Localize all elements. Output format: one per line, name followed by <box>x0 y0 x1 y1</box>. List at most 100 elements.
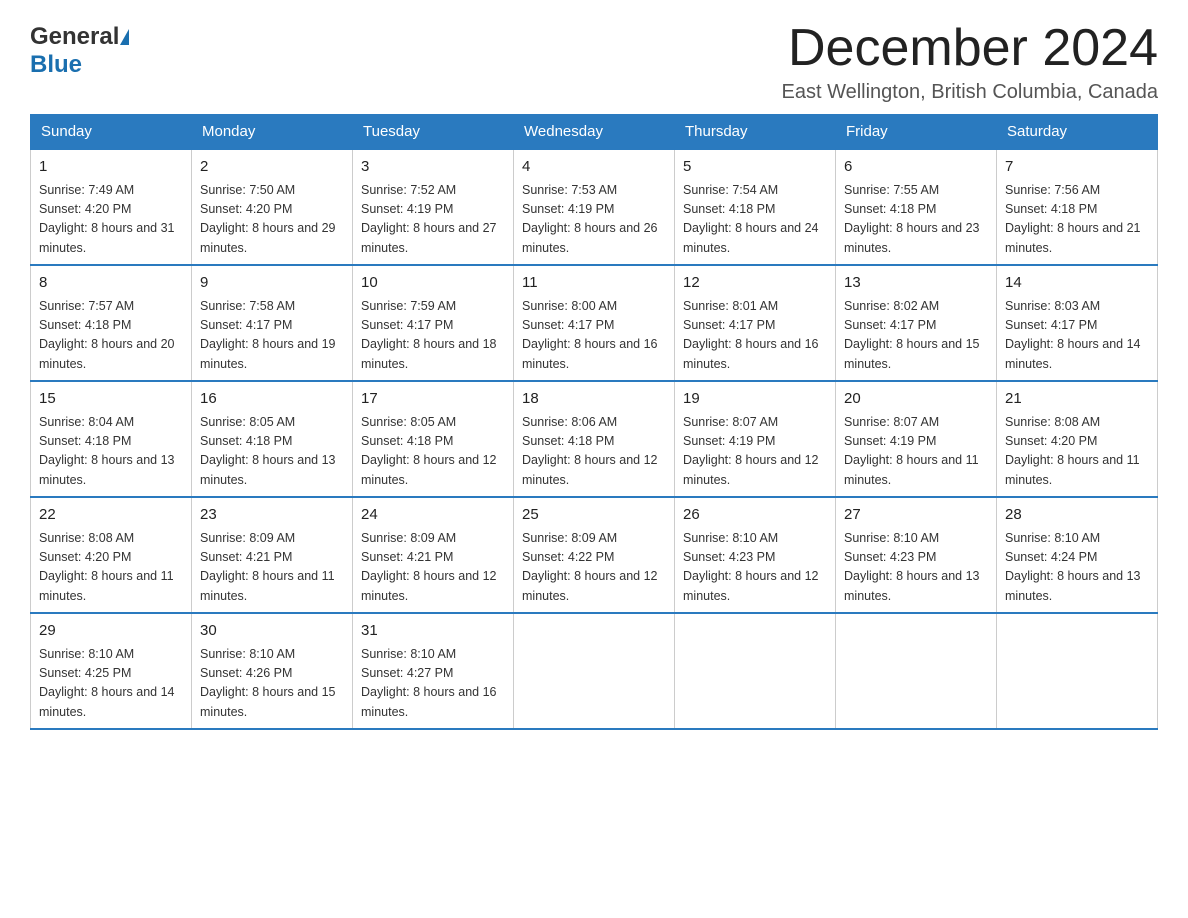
day-cell: 12 Sunrise: 8:01 AMSunset: 4:17 PMDaylig… <box>675 265 836 381</box>
day-cell: 16 Sunrise: 8:05 AMSunset: 4:18 PMDaylig… <box>192 381 353 497</box>
day-number: 3 <box>361 156 505 179</box>
day-number: 26 <box>683 504 827 527</box>
day-cell: 8 Sunrise: 7:57 AMSunset: 4:18 PMDayligh… <box>31 265 192 381</box>
day-cell <box>675 613 836 729</box>
weekday-header-monday: Monday <box>192 115 353 150</box>
day-info: Sunrise: 8:09 AMSunset: 4:21 PMDaylight:… <box>200 531 335 603</box>
day-info: Sunrise: 8:07 AMSunset: 4:19 PMDaylight:… <box>683 415 819 487</box>
weekday-header-wednesday: Wednesday <box>514 115 675 150</box>
day-info: Sunrise: 8:05 AMSunset: 4:18 PMDaylight:… <box>200 415 336 487</box>
day-cell: 21 Sunrise: 8:08 AMSunset: 4:20 PMDaylig… <box>997 381 1158 497</box>
title-area: December 2024 East Wellington, British C… <box>782 20 1158 104</box>
weekday-header-row: SundayMondayTuesdayWednesdayThursdayFrid… <box>31 115 1158 150</box>
day-info: Sunrise: 8:09 AMSunset: 4:22 PMDaylight:… <box>522 531 658 603</box>
day-info: Sunrise: 8:05 AMSunset: 4:18 PMDaylight:… <box>361 415 497 487</box>
day-number: 17 <box>361 388 505 411</box>
day-cell: 30 Sunrise: 8:10 AMSunset: 4:26 PMDaylig… <box>192 613 353 729</box>
day-info: Sunrise: 7:58 AMSunset: 4:17 PMDaylight:… <box>200 299 336 371</box>
day-info: Sunrise: 7:52 AMSunset: 4:19 PMDaylight:… <box>361 183 497 255</box>
day-info: Sunrise: 8:07 AMSunset: 4:19 PMDaylight:… <box>844 415 979 487</box>
day-cell: 20 Sunrise: 8:07 AMSunset: 4:19 PMDaylig… <box>836 381 997 497</box>
day-cell: 15 Sunrise: 8:04 AMSunset: 4:18 PMDaylig… <box>31 381 192 497</box>
day-info: Sunrise: 8:04 AMSunset: 4:18 PMDaylight:… <box>39 415 175 487</box>
day-number: 15 <box>39 388 183 411</box>
day-info: Sunrise: 8:10 AMSunset: 4:25 PMDaylight:… <box>39 647 175 719</box>
week-row-1: 1 Sunrise: 7:49 AMSunset: 4:20 PMDayligh… <box>31 149 1158 265</box>
day-number: 31 <box>361 620 505 643</box>
day-cell: 5 Sunrise: 7:54 AMSunset: 4:18 PMDayligh… <box>675 149 836 265</box>
day-cell <box>997 613 1158 729</box>
day-info: Sunrise: 8:10 AMSunset: 4:26 PMDaylight:… <box>200 647 336 719</box>
day-cell: 13 Sunrise: 8:02 AMSunset: 4:17 PMDaylig… <box>836 265 997 381</box>
day-cell: 26 Sunrise: 8:10 AMSunset: 4:23 PMDaylig… <box>675 497 836 613</box>
day-number: 19 <box>683 388 827 411</box>
day-number: 23 <box>200 504 344 527</box>
day-number: 13 <box>844 272 988 295</box>
day-info: Sunrise: 8:09 AMSunset: 4:21 PMDaylight:… <box>361 531 497 603</box>
day-number: 21 <box>1005 388 1149 411</box>
day-number: 25 <box>522 504 666 527</box>
day-cell: 2 Sunrise: 7:50 AMSunset: 4:20 PMDayligh… <box>192 149 353 265</box>
day-info: Sunrise: 7:50 AMSunset: 4:20 PMDaylight:… <box>200 183 336 255</box>
weekday-header-tuesday: Tuesday <box>353 115 514 150</box>
day-cell: 29 Sunrise: 8:10 AMSunset: 4:25 PMDaylig… <box>31 613 192 729</box>
week-row-2: 8 Sunrise: 7:57 AMSunset: 4:18 PMDayligh… <box>31 265 1158 381</box>
day-cell: 1 Sunrise: 7:49 AMSunset: 4:20 PMDayligh… <box>31 149 192 265</box>
page-header: General Blue December 2024 East Wellingt… <box>30 20 1158 104</box>
day-info: Sunrise: 8:03 AMSunset: 4:17 PMDaylight:… <box>1005 299 1141 371</box>
weekday-header-sunday: Sunday <box>31 115 192 150</box>
week-row-3: 15 Sunrise: 8:04 AMSunset: 4:18 PMDaylig… <box>31 381 1158 497</box>
day-number: 27 <box>844 504 988 527</box>
day-cell <box>836 613 997 729</box>
week-row-5: 29 Sunrise: 8:10 AMSunset: 4:25 PMDaylig… <box>31 613 1158 729</box>
day-number: 24 <box>361 504 505 527</box>
day-cell: 28 Sunrise: 8:10 AMSunset: 4:24 PMDaylig… <box>997 497 1158 613</box>
day-number: 28 <box>1005 504 1149 527</box>
day-number: 7 <box>1005 156 1149 179</box>
day-cell: 4 Sunrise: 7:53 AMSunset: 4:19 PMDayligh… <box>514 149 675 265</box>
day-cell: 19 Sunrise: 8:07 AMSunset: 4:19 PMDaylig… <box>675 381 836 497</box>
day-cell: 14 Sunrise: 8:03 AMSunset: 4:17 PMDaylig… <box>997 265 1158 381</box>
day-cell <box>514 613 675 729</box>
day-number: 5 <box>683 156 827 179</box>
day-number: 14 <box>1005 272 1149 295</box>
day-cell: 11 Sunrise: 8:00 AMSunset: 4:17 PMDaylig… <box>514 265 675 381</box>
day-info: Sunrise: 7:53 AMSunset: 4:19 PMDaylight:… <box>522 183 658 255</box>
day-number: 16 <box>200 388 344 411</box>
day-info: Sunrise: 8:10 AMSunset: 4:27 PMDaylight:… <box>361 647 497 719</box>
day-number: 20 <box>844 388 988 411</box>
day-cell: 25 Sunrise: 8:09 AMSunset: 4:22 PMDaylig… <box>514 497 675 613</box>
day-cell: 18 Sunrise: 8:06 AMSunset: 4:18 PMDaylig… <box>514 381 675 497</box>
weekday-header-thursday: Thursday <box>675 115 836 150</box>
weekday-header-saturday: Saturday <box>997 115 1158 150</box>
location-title: East Wellington, British Columbia, Canad… <box>782 81 1158 104</box>
day-cell: 3 Sunrise: 7:52 AMSunset: 4:19 PMDayligh… <box>353 149 514 265</box>
day-cell: 27 Sunrise: 8:10 AMSunset: 4:23 PMDaylig… <box>836 497 997 613</box>
day-number: 10 <box>361 272 505 295</box>
day-cell: 7 Sunrise: 7:56 AMSunset: 4:18 PMDayligh… <box>997 149 1158 265</box>
logo-general-text: General <box>30 25 119 49</box>
logo: General Blue <box>30 20 129 79</box>
day-cell: 9 Sunrise: 7:58 AMSunset: 4:17 PMDayligh… <box>192 265 353 381</box>
day-cell: 31 Sunrise: 8:10 AMSunset: 4:27 PMDaylig… <box>353 613 514 729</box>
day-number: 8 <box>39 272 183 295</box>
day-cell: 10 Sunrise: 7:59 AMSunset: 4:17 PMDaylig… <box>353 265 514 381</box>
day-info: Sunrise: 8:01 AMSunset: 4:17 PMDaylight:… <box>683 299 819 371</box>
weekday-header-friday: Friday <box>836 115 997 150</box>
day-info: Sunrise: 7:54 AMSunset: 4:18 PMDaylight:… <box>683 183 819 255</box>
day-number: 1 <box>39 156 183 179</box>
day-info: Sunrise: 7:55 AMSunset: 4:18 PMDaylight:… <box>844 183 980 255</box>
day-info: Sunrise: 8:08 AMSunset: 4:20 PMDaylight:… <box>39 531 174 603</box>
day-number: 30 <box>200 620 344 643</box>
week-row-4: 22 Sunrise: 8:08 AMSunset: 4:20 PMDaylig… <box>31 497 1158 613</box>
day-info: Sunrise: 8:06 AMSunset: 4:18 PMDaylight:… <box>522 415 658 487</box>
day-info: Sunrise: 8:02 AMSunset: 4:17 PMDaylight:… <box>844 299 980 371</box>
logo-blue-text: Blue <box>30 51 82 79</box>
day-info: Sunrise: 7:57 AMSunset: 4:18 PMDaylight:… <box>39 299 175 371</box>
day-cell: 17 Sunrise: 8:05 AMSunset: 4:18 PMDaylig… <box>353 381 514 497</box>
day-info: Sunrise: 7:59 AMSunset: 4:17 PMDaylight:… <box>361 299 497 371</box>
day-info: Sunrise: 8:08 AMSunset: 4:20 PMDaylight:… <box>1005 415 1140 487</box>
day-number: 29 <box>39 620 183 643</box>
calendar-table: SundayMondayTuesdayWednesdayThursdayFrid… <box>30 114 1158 730</box>
day-number: 18 <box>522 388 666 411</box>
